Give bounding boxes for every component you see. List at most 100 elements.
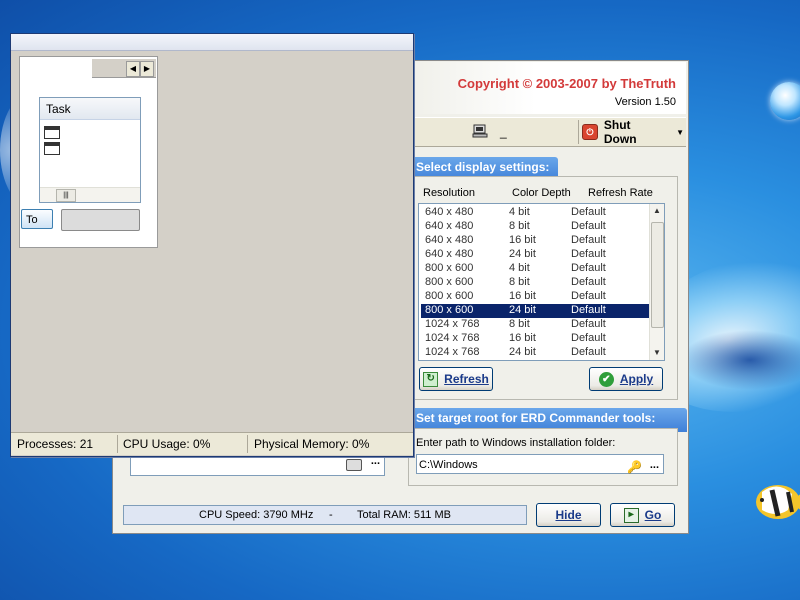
- display-mode-res: 800 x 600: [425, 290, 474, 302]
- display-mode-row[interactable]: 1024 x 768 16 bit Default: [421, 332, 649, 346]
- display-mode-rate: Default: [571, 220, 606, 232]
- cpu-usage: CPU Usage: 0%: [123, 437, 211, 451]
- display-mode-res: 640 x 480: [425, 220, 474, 232]
- tab-scroll-right-icon[interactable]: ▶: [140, 61, 154, 77]
- display-mode-depth: 8 bit: [509, 276, 530, 288]
- go-button[interactable]: ▸ Go: [610, 503, 675, 527]
- status-divider: [247, 435, 248, 453]
- scroll-up-icon[interactable]: ▲: [650, 204, 664, 218]
- task-manager-content: ◀ ▶ Task ||| To: [19, 56, 158, 248]
- task-manager-window[interactable]: ◀ ▶ Task ||| To Processes: 21 CPU Usage:…: [10, 33, 414, 457]
- version-text: Version 1.50: [614, 96, 676, 108]
- display-mode-row[interactable]: 800 x 600 4 bit Default: [421, 262, 649, 276]
- task-manager-statusbar: Processes: 21 CPU Usage: 0% Physical Mem…: [11, 432, 413, 455]
- hide-label: Hide: [555, 508, 582, 522]
- display-mode-rate: Default: [571, 332, 606, 344]
- display-mode-depth: 24 bit: [509, 346, 536, 358]
- refresh-label: Refresh: [444, 372, 489, 386]
- erd-banner: Copyright © 2003-2007 by TheTruth Versio…: [412, 62, 686, 114]
- display-mode-res: 800 x 600: [425, 276, 474, 288]
- windows-path-value: C:\Windows: [419, 459, 478, 471]
- windows-path-input[interactable]: C:\Windows 🔑 ...: [416, 454, 664, 474]
- display-mode-res: 800 x 600: [425, 262, 474, 274]
- column-header-refresh-rate: Refresh Rate: [588, 187, 653, 199]
- apply-button[interactable]: ✔ Apply: [589, 367, 663, 391]
- display-mode-row[interactable]: 800 x 600 24 bit Default: [421, 304, 649, 318]
- windows-path-prompt: Enter path to Windows installation folde…: [416, 437, 616, 449]
- total-ram-text: Total RAM: 511 MB: [357, 509, 451, 521]
- display-mode-depth: 24 bit: [509, 248, 536, 260]
- copyright-text: Copyright © 2003-2007 by TheTruth: [457, 76, 676, 91]
- scrollbar-thumb[interactable]: [651, 222, 664, 328]
- physical-memory: Physical Memory: 0%: [254, 437, 370, 451]
- desktop-orb-icon: [770, 82, 800, 120]
- left-path-input[interactable]: ...: [130, 454, 385, 476]
- display-mode-row[interactable]: 800 x 600 16 bit Default: [421, 290, 649, 304]
- display-mode-row[interactable]: 1024 x 768 24 bit Default: [421, 346, 649, 360]
- fish-icon: [756, 485, 800, 519]
- drive-icon[interactable]: [346, 459, 362, 471]
- system-info-bar: CPU Speed: 3790 MHz - Total RAM: 511 MB: [123, 505, 527, 525]
- display-mode-depth: 16 bit: [509, 234, 536, 246]
- key-icon[interactable]: 🔑: [627, 457, 642, 474]
- scrollbar-thumb[interactable]: |||: [56, 189, 76, 202]
- switch-to-button[interactable]: To: [21, 209, 53, 229]
- display-mode-row[interactable]: 640 x 480 4 bit Default: [421, 206, 649, 220]
- display-mode-list[interactable]: 640 x 480 4 bit Default 640 x 480 8 bit Defau…: [418, 203, 665, 361]
- display-mode-res: 800 x 600: [425, 304, 474, 316]
- shutdown-button[interactable]: ⏻ Shut Down ▼: [582, 118, 684, 146]
- task-list[interactable]: Task |||: [39, 97, 141, 203]
- task-manager-titlebar[interactable]: [11, 34, 413, 51]
- status-separator: -: [329, 509, 333, 521]
- tab-strip: ◀ ▶: [92, 59, 156, 78]
- display-mode-res: 640 x 480: [425, 206, 474, 218]
- chevron-down-icon: ▼: [676, 127, 684, 137]
- display-mode-row[interactable]: 640 x 480 8 bit Default: [421, 220, 649, 234]
- task-list-horizontal-scrollbar[interactable]: |||: [40, 187, 140, 202]
- computer-icon[interactable]: [472, 124, 488, 138]
- window-icon[interactable]: [44, 142, 60, 155]
- column-header-resolution: Resolution: [423, 187, 475, 199]
- display-mode-res: 640 x 480: [425, 248, 474, 260]
- display-mode-rate: Default: [571, 234, 606, 246]
- go-label: Go: [644, 508, 662, 522]
- display-settings-frame: Resolution Color Depth Refresh Rate 640 …: [408, 176, 678, 400]
- erd-toolbar: _ ⏻ Shut Down ▼: [412, 117, 686, 147]
- tab-scroll-left-icon[interactable]: ◀: [126, 61, 140, 77]
- display-mode-rate: Default: [571, 206, 606, 218]
- blank-button[interactable]: [61, 209, 140, 231]
- display-mode-rate: Default: [571, 290, 606, 302]
- display-mode-rate: Default: [571, 262, 606, 274]
- refresh-button[interactable]: ↻ Refresh: [419, 367, 493, 391]
- display-mode-depth: 16 bit: [509, 290, 536, 302]
- display-mode-depth: 4 bit: [509, 262, 530, 274]
- cpu-speed-text: CPU Speed: 3790 MHz: [199, 509, 314, 521]
- checkmark-icon: ✔: [598, 371, 614, 387]
- go-icon: ▸: [623, 507, 639, 523]
- browse-path-button[interactable]: ...: [650, 455, 659, 475]
- hide-button[interactable]: Hide: [536, 503, 601, 527]
- display-mode-rate: Default: [571, 304, 606, 316]
- display-mode-depth: 4 bit: [509, 206, 530, 218]
- processes-count: Processes: 21: [17, 437, 94, 451]
- window-icon[interactable]: [44, 126, 60, 139]
- computer-label: _: [500, 125, 507, 139]
- column-header-color-depth: Color Depth: [512, 187, 571, 199]
- display-mode-row[interactable]: 640 x 480 16 bit Default: [421, 234, 649, 248]
- display-mode-res: 1024 x 768: [425, 332, 480, 344]
- task-column-header[interactable]: Task: [40, 98, 140, 120]
- display-mode-row[interactable]: 640 x 480 24 bit Default: [421, 248, 649, 262]
- list-vertical-scrollbar[interactable]: ▲ ▼: [649, 204, 664, 360]
- scroll-down-icon[interactable]: ▼: [650, 346, 664, 360]
- display-mode-depth: 16 bit: [509, 332, 536, 344]
- display-mode-rate: Default: [571, 318, 606, 330]
- refresh-icon: ↻: [423, 371, 439, 387]
- display-mode-row[interactable]: 800 x 600 8 bit Default: [421, 276, 649, 290]
- power-icon: ⏻: [582, 124, 598, 140]
- display-mode-rate: Default: [571, 276, 606, 288]
- status-divider: [117, 435, 118, 453]
- display-mode-rate: Default: [571, 346, 606, 358]
- shutdown-label: Shut Down: [603, 118, 637, 146]
- display-mode-depth: 8 bit: [509, 220, 530, 232]
- display-mode-row[interactable]: 1024 x 768 8 bit Default: [421, 318, 649, 332]
